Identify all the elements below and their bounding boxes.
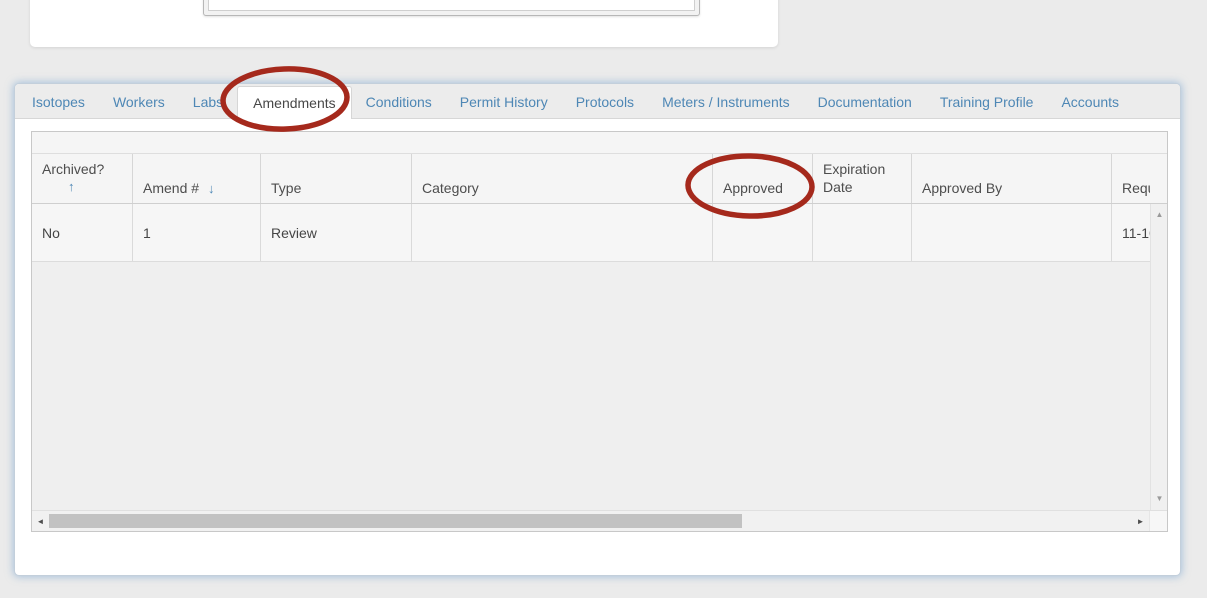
grid-body: No 1 Review 11-16 ▲ ▼	[32, 204, 1167, 510]
column-header-approved[interactable]: Approved	[712, 154, 812, 203]
column-label: Approved By	[922, 180, 1002, 196]
upper-text-input[interactable]	[208, 0, 695, 11]
column-header-expiration-date[interactable]: Expiration Date	[812, 154, 911, 203]
vertical-scrollbar[interactable]: ▲ ▼	[1150, 204, 1167, 510]
tab-isotopes[interactable]: Isotopes	[18, 86, 99, 118]
cell-expiration-date	[812, 204, 911, 261]
grid-toolbar	[32, 132, 1167, 154]
tab-documentation[interactable]: Documentation	[804, 86, 926, 118]
permit-details-panel: Isotopes Workers Labs Amendments Conditi…	[14, 83, 1181, 576]
sort-desc-icon: ↓	[208, 181, 215, 196]
column-label: Category	[422, 180, 479, 196]
column-label: Amend #	[143, 180, 199, 196]
tab-training-profile[interactable]: Training Profile	[926, 86, 1048, 118]
column-label: Expiration Date	[823, 161, 885, 195]
horizontal-scroll-track[interactable]	[49, 511, 1132, 531]
cell-type: Review	[260, 204, 411, 261]
tab-permit-history[interactable]: Permit History	[446, 86, 562, 118]
amendments-grid: Archived? ↑ Amend # ↓ Type Category Appro…	[31, 131, 1168, 532]
column-label: Requ	[1122, 180, 1150, 196]
horizontal-scroll-thumb[interactable]	[49, 514, 742, 528]
tab-workers[interactable]: Workers	[99, 86, 179, 118]
column-header-approved-by[interactable]: Approved By	[911, 154, 1111, 203]
column-header-amend-num[interactable]: Amend # ↓	[132, 154, 260, 203]
grid-rows-area: No 1 Review 11-16	[32, 204, 1150, 510]
upper-panel	[30, 0, 778, 47]
tab-protocols[interactable]: Protocols	[562, 86, 648, 118]
scroll-down-icon[interactable]: ▼	[1151, 494, 1167, 504]
tab-accounts[interactable]: Accounts	[1047, 86, 1133, 118]
column-header-requested[interactable]: Requ	[1111, 154, 1150, 203]
tab-labs[interactable]: Labs	[179, 86, 237, 118]
scrollbar-corner	[1149, 511, 1167, 531]
tab-amendments[interactable]: Amendments	[237, 86, 351, 119]
cell-amend-num: 1	[132, 204, 260, 261]
column-label: Type	[271, 180, 301, 196]
scroll-up-icon[interactable]: ▲	[1151, 210, 1167, 220]
column-label: Archived?	[42, 161, 104, 177]
tab-conditions[interactable]: Conditions	[352, 86, 446, 118]
scroll-left-icon[interactable]: ◄	[32, 511, 49, 531]
header-scrollbar-spacer	[1150, 154, 1167, 203]
scroll-right-icon[interactable]: ►	[1132, 511, 1149, 531]
grid-header: Archived? ↑ Amend # ↓ Type Category Appro…	[32, 154, 1167, 204]
table-row[interactable]: No 1 Review 11-16	[32, 204, 1150, 262]
cell-category	[411, 204, 712, 261]
sort-asc-icon: ↑	[42, 178, 104, 196]
tab-meters-instruments[interactable]: Meters / Instruments	[648, 86, 804, 118]
cell-approved	[712, 204, 812, 261]
tabstrip: Isotopes Workers Labs Amendments Conditi…	[15, 84, 1180, 119]
page: { "top_panel": { "input_value": "" }, "t…	[0, 0, 1207, 598]
upper-input-frame	[203, 0, 700, 16]
column-header-type[interactable]: Type	[260, 154, 411, 203]
column-label: Approved	[723, 180, 783, 196]
cell-requested: 11-16	[1111, 204, 1150, 261]
column-header-archived[interactable]: Archived? ↑	[32, 154, 132, 203]
cell-archived: No	[32, 204, 132, 261]
column-header-category[interactable]: Category	[411, 154, 712, 203]
cell-approved-by	[911, 204, 1111, 261]
horizontal-scrollbar[interactable]: ◄ ►	[32, 510, 1167, 531]
